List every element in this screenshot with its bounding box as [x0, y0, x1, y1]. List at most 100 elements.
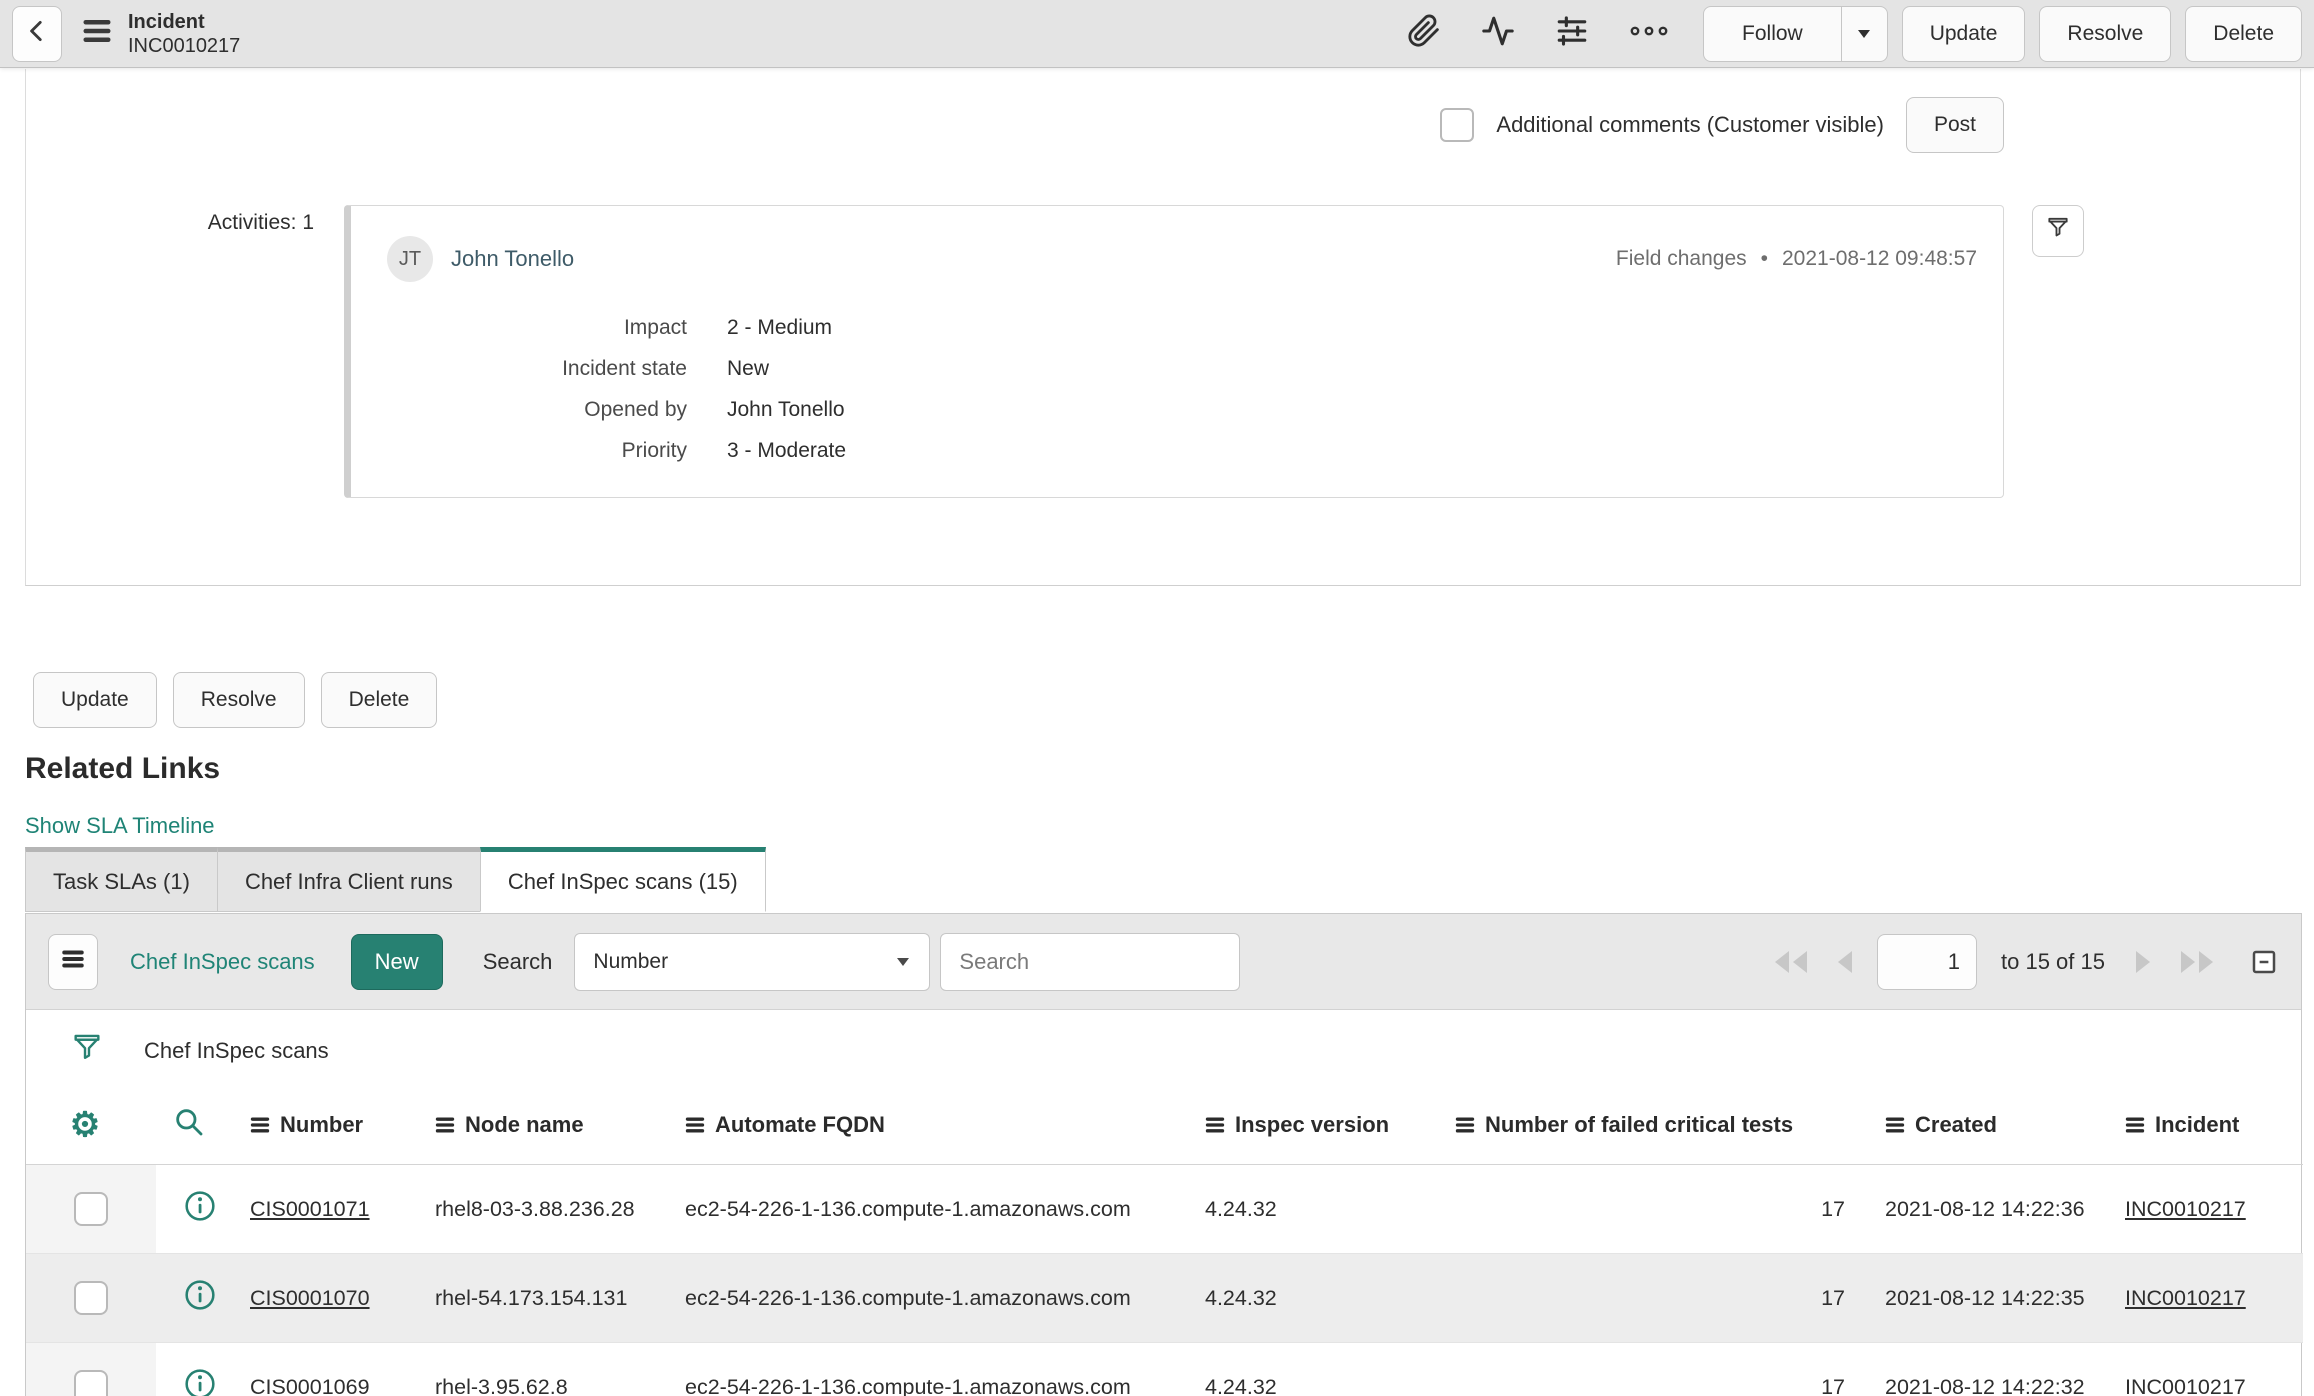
- column-menu-icon: [435, 1117, 455, 1133]
- resolve-button-header[interactable]: Resolve: [2039, 5, 2172, 62]
- node-name-cell: rhel-54.173.154.131: [419, 1253, 669, 1343]
- update-button[interactable]: Update: [33, 672, 157, 728]
- node-name-cell: rhel8-03-3.88.236.28: [435, 1196, 635, 1221]
- row-select-checkbox[interactable]: [74, 1370, 108, 1396]
- avatar: JT: [387, 236, 433, 282]
- header-button-group: Follow Update Resolve Delete: [1703, 5, 2302, 62]
- form-activity-section: Additional comments (Customer visible) P…: [25, 69, 2301, 586]
- field-value: 2 - Medium: [727, 316, 833, 339]
- post-button[interactable]: Post: [1905, 97, 2004, 153]
- column-header-created[interactable]: Created: [1869, 1092, 2109, 1165]
- chef-inspec-scans-list: Chef InSpec scans New Search Number to 1…: [25, 913, 2303, 1396]
- failed-critical-tests-cell: 17: [1821, 1196, 1845, 1221]
- context-menu-icon[interactable]: [82, 16, 112, 52]
- activity-filter-button[interactable]: [2032, 205, 2084, 257]
- servicenow-incident-page: Incident INC0010217 Follow Update Resolv…: [0, 0, 2314, 1396]
- automate-fqdn-cell: ec2-54-226-1-136.compute-1.amazonaws.com: [685, 1196, 1131, 1221]
- inspec-version-cell: 4.24.32: [1189, 1253, 1439, 1343]
- show-sla-timeline-link[interactable]: Show SLA Timeline: [25, 813, 220, 839]
- next-page-icon[interactable]: [2129, 949, 2155, 975]
- chevron-left-icon: [24, 18, 50, 50]
- search-label: Search: [482, 948, 553, 974]
- previous-page-icon[interactable]: [1833, 949, 1859, 975]
- list-pagination: to 15 of 15: [1771, 933, 2279, 990]
- table-header-row: ⚙ Number Node name Automate FQDN Inspec …: [26, 1092, 2303, 1165]
- record-title: Incident INC0010217: [128, 10, 240, 58]
- list-breadcrumb-row: Chef InSpec scans: [26, 1010, 2301, 1092]
- back-button[interactable]: [12, 5, 62, 62]
- activities-count-label: Activities: 1: [207, 211, 314, 234]
- record-preview-info-icon[interactable]: [184, 1280, 216, 1316]
- incident-link[interactable]: INC0010217: [2125, 1286, 2246, 1310]
- table-row: CIS0001069 rhel-3.95.62.8 ec2-54-226-1-1…: [26, 1342, 2303, 1396]
- activity-stream-icon[interactable]: [1481, 14, 1515, 54]
- row-select-checkbox[interactable]: [74, 1192, 108, 1226]
- failed-critical-tests-cell: 17: [1439, 1253, 1869, 1343]
- delete-button[interactable]: Delete: [320, 672, 438, 728]
- incident-link[interactable]: INC0010217: [2125, 1375, 2246, 1396]
- delete-button-header[interactable]: Delete: [2185, 5, 2302, 62]
- automate-fqdn-cell: ec2-54-226-1-136.compute-1.amazonaws.com: [669, 1342, 1189, 1396]
- column-menu-icon: [1885, 1117, 1905, 1133]
- activity-meta: Field changes • 2021-08-12 09:48:57: [1616, 247, 1977, 271]
- collapse-list-icon[interactable]: [2249, 947, 2279, 977]
- column-menu-icon: [1205, 1117, 1225, 1133]
- activities-row: Activities: 1 JT John Tonello Field chan…: [26, 205, 2300, 498]
- scan-number-link[interactable]: CIS0001070: [250, 1286, 370, 1310]
- column-header-automate-fqdn[interactable]: Automate FQDN: [669, 1092, 1189, 1165]
- list-settings-gear-icon[interactable]: ⚙: [70, 1106, 100, 1144]
- incident-link[interactable]: INC0010217: [2125, 1197, 2246, 1221]
- chevron-down-icon: [1858, 29, 1871, 38]
- activity-author[interactable]: John Tonello: [451, 246, 574, 272]
- follow-dropdown-button[interactable]: [1840, 6, 1887, 61]
- activity-type-label: Field changes: [1615, 247, 1747, 270]
- list-search-input[interactable]: [940, 932, 1241, 991]
- list-toolbar: Chef InSpec scans New Search Number to 1…: [26, 914, 2301, 1010]
- new-record-button[interactable]: New: [350, 933, 443, 990]
- resolve-button[interactable]: Resolve: [172, 672, 305, 728]
- scan-number-link[interactable]: CIS0001069: [250, 1375, 370, 1396]
- column-menu-icon: [685, 1117, 705, 1133]
- column-header-node-name[interactable]: Node name: [419, 1092, 669, 1165]
- additional-comments-row: Additional comments (Customer visible) P…: [26, 69, 2300, 153]
- search-field-select[interactable]: Number: [574, 932, 931, 991]
- current-page-input[interactable]: [1877, 933, 1978, 990]
- field-value: 3 - Moderate: [727, 439, 847, 462]
- column-menu-icon: [1455, 1117, 1475, 1133]
- tab-chef-inspec-scans[interactable]: Chef InSpec scans (15): [479, 847, 766, 912]
- more-options-ellipsis-icon[interactable]: [1629, 21, 1669, 47]
- activity-entry-card: JT John Tonello Field changes • 2021-08-…: [344, 205, 2004, 498]
- column-header-failed-critical-tests[interactable]: Number of failed critical tests: [1439, 1092, 1869, 1165]
- personalize-form-sliders-icon[interactable]: [1555, 14, 1589, 54]
- follow-button[interactable]: Follow: [1704, 7, 1841, 61]
- last-page-icon[interactable]: [2173, 949, 2217, 975]
- record-preview-info-icon[interactable]: [184, 1369, 216, 1396]
- column-menu-icon: [250, 1117, 270, 1133]
- record-preview-info-icon[interactable]: [184, 1191, 216, 1227]
- breadcrumb[interactable]: Chef InSpec scans: [144, 1038, 329, 1064]
- tab-chef-infra-client-runs[interactable]: Chef Infra Client runs: [216, 847, 481, 912]
- column-header-inspec-version[interactable]: Inspec version: [1189, 1092, 1439, 1165]
- list-menu-button[interactable]: [48, 933, 98, 990]
- column-search-icon[interactable]: [173, 1109, 205, 1143]
- additional-comments-label: Additional comments (Customer visible): [1496, 112, 1884, 137]
- activity-entry-header: JT John Tonello Field changes • 2021-08-…: [387, 236, 1977, 282]
- inspec-version-cell: 4.24.32: [1189, 1342, 1439, 1396]
- field-changes-list: Impact 2 - Medium Incident state New Ope…: [387, 316, 1977, 463]
- attachment-paperclip-icon[interactable]: [1407, 14, 1441, 54]
- first-page-icon[interactable]: [1771, 949, 1815, 975]
- scan-number-link[interactable]: CIS0001071: [250, 1197, 370, 1221]
- chef-inspec-scans-table: ⚙ Number Node name Automate FQDN Inspec …: [26, 1092, 2303, 1396]
- row-select-checkbox[interactable]: [74, 1281, 108, 1315]
- created-cell: 2021-08-12 14:22:32: [1869, 1342, 2109, 1396]
- tab-task-slas[interactable]: Task SLAs (1): [25, 847, 218, 912]
- filter-funnel-icon[interactable]: [70, 1031, 104, 1071]
- column-header-incident[interactable]: Incident: [2109, 1092, 2303, 1165]
- related-list-tabs: Task SLAs (1) Chef Infra Client runs Che…: [25, 847, 766, 912]
- update-button-header[interactable]: Update: [1901, 5, 2026, 62]
- column-header-number[interactable]: Number: [234, 1092, 419, 1165]
- additional-comments-checkbox[interactable]: [1440, 108, 1475, 142]
- list-title-link[interactable]: Chef InSpec scans: [130, 949, 315, 975]
- table-row: CIS0001071 rhel8-03-3.88.236.28 ec2-54-2…: [26, 1164, 2303, 1254]
- field-label: Impact: [623, 316, 687, 339]
